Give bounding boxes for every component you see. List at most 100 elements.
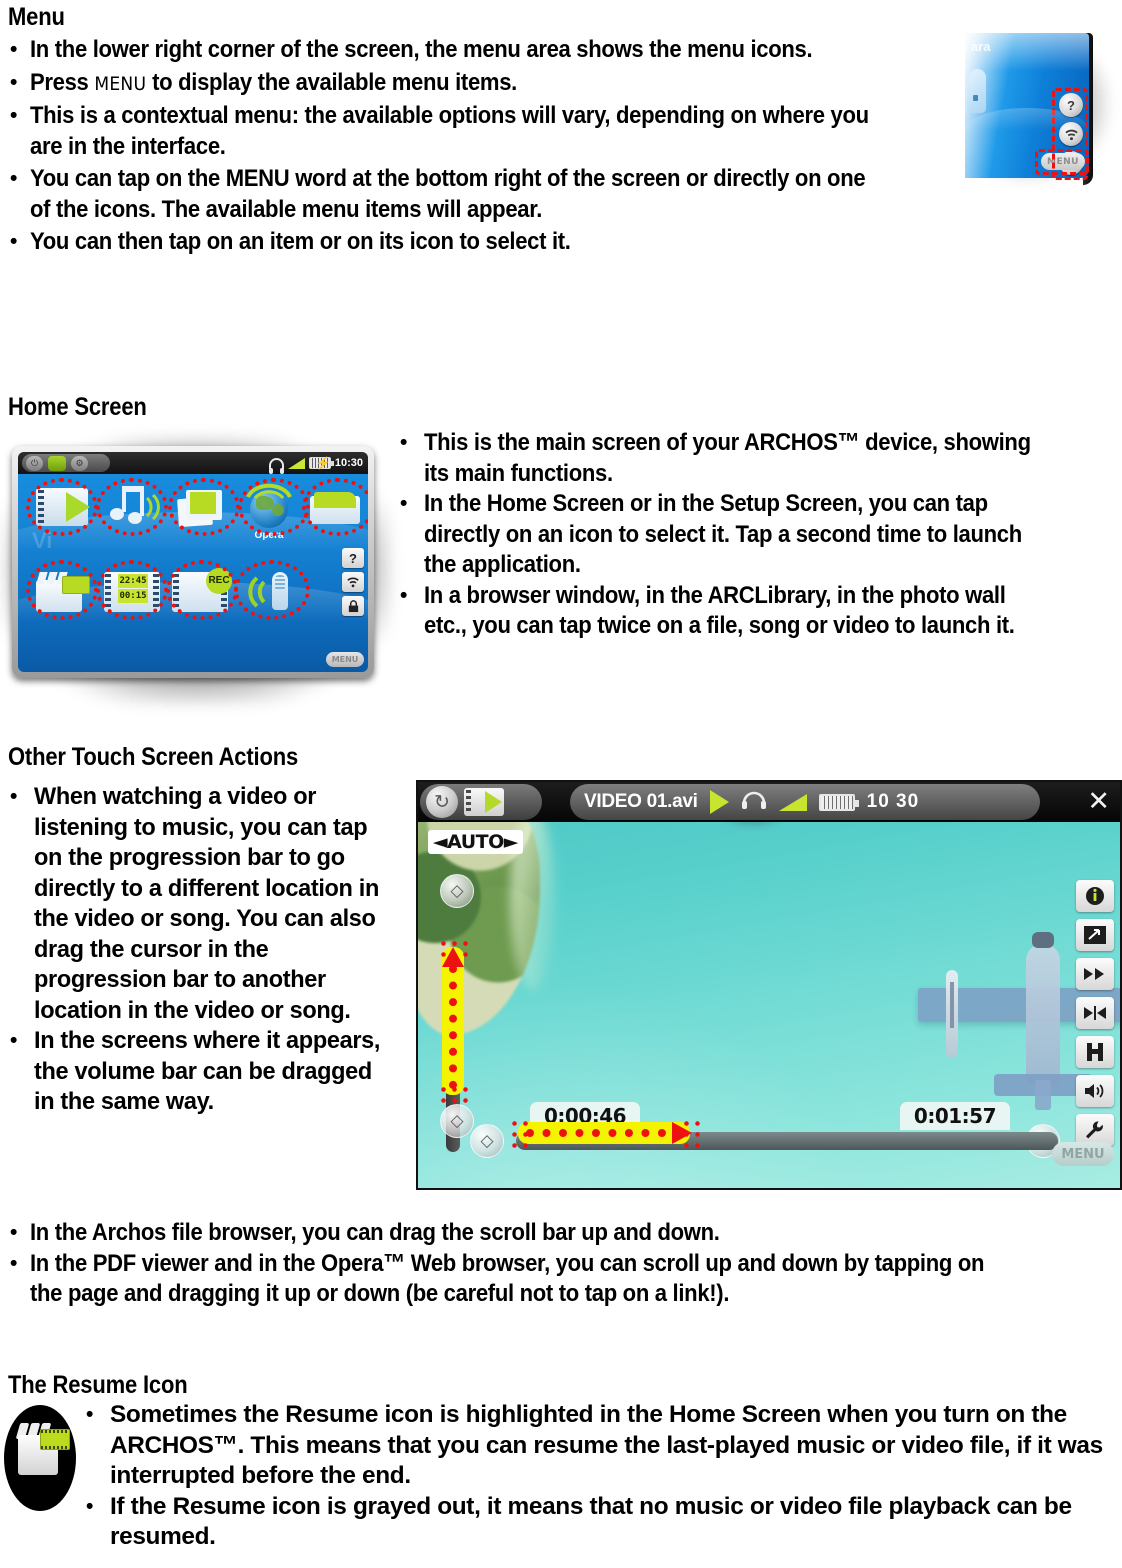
airplane-strut-left	[950, 982, 954, 1028]
frame-step-icon[interactable]	[1076, 997, 1114, 1029]
home-screen-screenshot: Vi ⏻ ⚙ ⚡ 10:30 Opera 22:45 00:15 REC ? M…	[4, 430, 390, 705]
home-screen-bullet-list: This is the main screen of your ARCHOS™ …	[398, 427, 1114, 642]
list-item: When watching a video or listening to mu…	[8, 781, 406, 1026]
list-item: In the PDF viewer and in the Opera™ Web …	[8, 1248, 1118, 1310]
manual-page: Menu In the lower right corner of the sc…	[0, 0, 1122, 1568]
press-suffix: to display the available menu items.	[152, 68, 517, 96]
annotation-circle	[26, 478, 98, 536]
settings-icon[interactable]: ⚙	[71, 455, 88, 471]
battery-charging-icon: ⚡	[308, 456, 334, 470]
power-icon[interactable]: ⏻	[26, 455, 43, 471]
device-bezel: Vi ⏻ ⚙ ⚡ 10:30 Opera 22:45 00:15 REC ? M…	[12, 446, 374, 678]
list-item: In the screens where it appears, the vol…	[8, 1025, 406, 1118]
lock-glyph	[348, 599, 358, 612]
frame-step-glyph	[1084, 1006, 1106, 1020]
section-menu: Menu In the lower right corner of the sc…	[8, 2, 968, 260]
microphone-icon	[969, 69, 986, 113]
resume-text: Sometimes the Resume icon is highlighted…	[84, 1399, 1118, 1553]
annotation-arrowhead	[442, 947, 464, 967]
home-screen-text: This is the main screen of your ARCHOS™ …	[398, 427, 1114, 642]
annotation-circle	[96, 560, 168, 620]
volume-down-button[interactable]: ◇	[440, 1104, 474, 1138]
annotation-dots	[449, 965, 457, 1089]
fast-forward-glyph	[1084, 968, 1104, 980]
video-player-screenshot: ↻ VIDEO 01.avi 10 30 ✕ ◄AUTO► ◇ ◇ ◇ 0:00…	[416, 780, 1122, 1190]
volume-icon	[287, 457, 305, 469]
fast-forward-icon[interactable]	[1076, 958, 1114, 990]
play-glyph	[485, 791, 502, 813]
annotation-highlight-menu	[1035, 149, 1089, 175]
annotation-circle	[26, 560, 98, 620]
annotation-circle	[96, 478, 168, 536]
home-icon[interactable]	[48, 455, 66, 471]
list-item: In a browser window, in the ARCLibrary, …	[398, 580, 1114, 642]
list-item: In the Archos file browser, you can drag…	[8, 1217, 1118, 1249]
bookmark-icon[interactable]	[1076, 1036, 1114, 1068]
speaker-glyph	[1085, 1084, 1104, 1098]
opera-label-partial: ara	[971, 39, 991, 54]
list-item: In the lower right corner of the screen,…	[8, 34, 968, 66]
video-clock: 10 30	[866, 791, 920, 812]
close-icon[interactable]: ✕	[1087, 788, 1110, 816]
headphone-icon	[268, 457, 284, 474]
status-clock: 10:30	[334, 457, 363, 469]
resume-icon	[4, 1405, 76, 1511]
airplane-nose	[1032, 932, 1054, 948]
resume-section-title: The Resume Icon	[8, 1371, 188, 1399]
device-screen: ara ? MENU	[965, 33, 1089, 180]
volume-icon[interactable]	[1076, 1075, 1114, 1107]
airplane-fin	[1035, 1080, 1051, 1110]
home-side-buttons: ?	[342, 548, 364, 616]
list-item: In the Home Screen or in the Setup Scree…	[398, 488, 1114, 581]
video-filename: VIDEO 01.avi	[584, 791, 698, 812]
list-item: This is a contextual menu: the available…	[8, 100, 968, 162]
other-touch-bottom-text: In the Archos file browser, you can drag…	[8, 1217, 1118, 1310]
menu-bullet-list: In the lower right corner of the screen,…	[8, 34, 968, 258]
annotation-circle	[234, 560, 310, 620]
menu-button[interactable]: MENU	[326, 652, 364, 667]
video-time-total: 0:01:57	[899, 1102, 1010, 1130]
other-touch-bottom-list: In the Archos file browser, you can drag…	[8, 1217, 1118, 1310]
menu-button[interactable]: MENU	[1052, 1142, 1114, 1166]
info-glyph	[1086, 887, 1104, 905]
status-bar: ⏻ ⚙ ⚡ 10:30	[18, 452, 368, 474]
volume-up-button[interactable]: ◇	[440, 874, 474, 908]
fullscreen-icon[interactable]	[1076, 919, 1114, 951]
video-right-buttons	[1076, 880, 1114, 1146]
other-touch-section-title: Other Touch Screen Actions	[8, 743, 299, 771]
device-lcd: Vi ⏻ ⚙ ⚡ 10:30 Opera 22:45 00:15 REC ? M…	[18, 452, 368, 672]
charging-bolt-icon: ⚡	[315, 456, 331, 470]
help-icon[interactable]: ?	[342, 548, 364, 568]
rotate-icon[interactable]: ↻	[426, 786, 458, 818]
video-title-bar: VIDEO 01.avi 10 30	[570, 784, 1040, 820]
battery-icon	[818, 793, 859, 811]
auto-label[interactable]: ◄AUTO►	[428, 830, 523, 854]
film-perforation	[466, 790, 471, 814]
other-touch-bullet-list: When watching a video or listening to mu…	[8, 781, 406, 1118]
press-prefix: Press	[30, 68, 89, 96]
home-screen-section-title: Home Screen	[8, 393, 147, 421]
device-corner-screenshot: ara ? MENU	[965, 33, 1122, 208]
seek-back-button[interactable]: ◇	[470, 1124, 504, 1158]
annotation-dots	[526, 1129, 666, 1137]
list-item: If the Resume icon is grayed out, it mea…	[84, 1491, 1118, 1553]
menu-keyword: MENU	[94, 72, 147, 95]
resume-icon-filmstrip	[40, 1429, 70, 1450]
play-icon[interactable]	[709, 790, 729, 814]
list-item: You can then tap on an item or on its ic…	[8, 226, 968, 258]
lock-icon[interactable]	[342, 596, 364, 616]
fullscreen-glyph	[1084, 926, 1106, 944]
volume-icon	[778, 793, 807, 811]
video-topbar-left-group[interactable]: ↻	[420, 784, 542, 820]
list-item: Sometimes the Resume icon is highlighted…	[84, 1399, 1118, 1492]
annotation-circle	[302, 478, 368, 536]
annotation-circle	[168, 478, 240, 536]
video-mode-icon[interactable]	[464, 788, 504, 816]
wifi-icon[interactable]	[342, 572, 364, 592]
headphone-icon	[741, 790, 767, 815]
info-icon[interactable]	[1076, 880, 1114, 912]
status-left-group[interactable]: ⏻ ⚙	[22, 454, 110, 472]
resume-bullet-list: Sometimes the Resume icon is highlighted…	[84, 1399, 1118, 1553]
airplane-fuselage	[1026, 944, 1060, 1084]
list-item: You can tap on the MENU word at the bott…	[8, 163, 968, 225]
